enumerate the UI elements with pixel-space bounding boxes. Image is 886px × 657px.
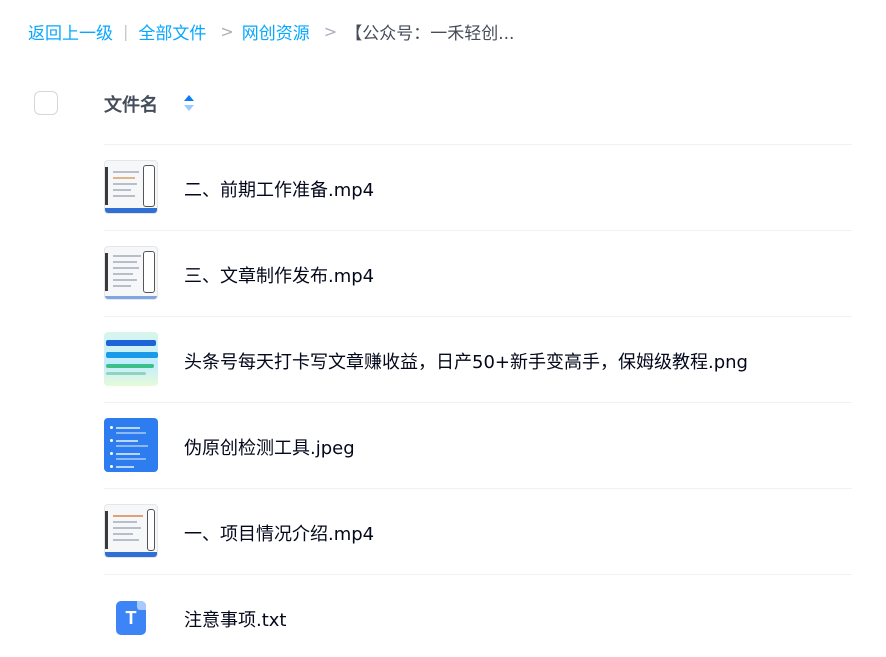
back-link[interactable]: 返回上一级 — [28, 19, 113, 44]
chevron-right-icon: > — [220, 21, 234, 41]
image-thumbnail[interactable] — [104, 332, 158, 386]
video-thumbnail[interactable] — [104, 160, 158, 214]
list-item[interactable]: 一、项目情况介绍.mp4 — [0, 488, 886, 574]
row-divider — [104, 402, 852, 403]
file-browser: 返回上一级 | 全部文件 > 网创资源 > 【公众号：一禾轻创... 文件名 二… — [0, 0, 886, 657]
list-item[interactable]: 头条号每天打卡写文章赚收益，日产50+新手变高手，保姆级教程.png — [0, 316, 886, 402]
file-name[interactable]: 一、项目情况介绍.mp4 — [184, 520, 374, 546]
breadcrumb-separator: | — [123, 21, 129, 41]
breadcrumb: 返回上一级 | 全部文件 > 网创资源 > 【公众号：一禾轻创... — [28, 18, 514, 44]
video-thumbnail[interactable] — [104, 246, 158, 300]
video-thumbnail[interactable] — [104, 504, 158, 558]
file-name[interactable]: 注意事项.txt — [184, 606, 287, 632]
txt-file-icon[interactable]: T — [104, 590, 158, 644]
chevron-right-icon: > — [323, 21, 338, 41]
file-name[interactable]: 伪原创检测工具.jpeg — [184, 434, 355, 460]
txt-icon-letter: T — [125, 608, 137, 628]
list-item[interactable]: 二、前期工作准备.mp4 — [0, 144, 886, 230]
list-item[interactable]: 伪原创检测工具.jpeg — [0, 402, 886, 488]
row-divider — [104, 316, 852, 317]
file-name[interactable]: 头条号每天打卡写文章赚收益，日产50+新手变高手，保姆级教程.png — [184, 348, 748, 374]
file-name[interactable]: 二、前期工作准备.mp4 — [184, 176, 374, 202]
image-thumbnail[interactable] — [104, 418, 158, 472]
breadcrumb-all-files[interactable]: 全部文件 — [138, 19, 206, 44]
breadcrumb-current: 【公众号：一禾轻创... — [345, 23, 515, 44]
breadcrumb-resources[interactable]: 网创资源 — [242, 19, 310, 44]
row-divider — [104, 230, 852, 231]
row-divider — [104, 144, 852, 145]
file-list: 二、前期工作准备.mp4 三、文章制作发布.mp4 头条号每天打卡写文章赚收益，… — [0, 144, 886, 657]
select-all-checkbox[interactable] — [34, 91, 58, 115]
row-divider — [104, 574, 852, 575]
column-header-filename[interactable]: 文件名 — [104, 91, 158, 117]
sort-toggle-icon[interactable] — [183, 94, 195, 112]
list-item[interactable]: 三、文章制作发布.mp4 — [0, 230, 886, 316]
list-header: 文件名 — [0, 74, 886, 134]
row-divider — [104, 488, 852, 489]
list-item[interactable]: T 注意事项.txt — [0, 574, 886, 657]
file-name[interactable]: 三、文章制作发布.mp4 — [184, 262, 374, 288]
